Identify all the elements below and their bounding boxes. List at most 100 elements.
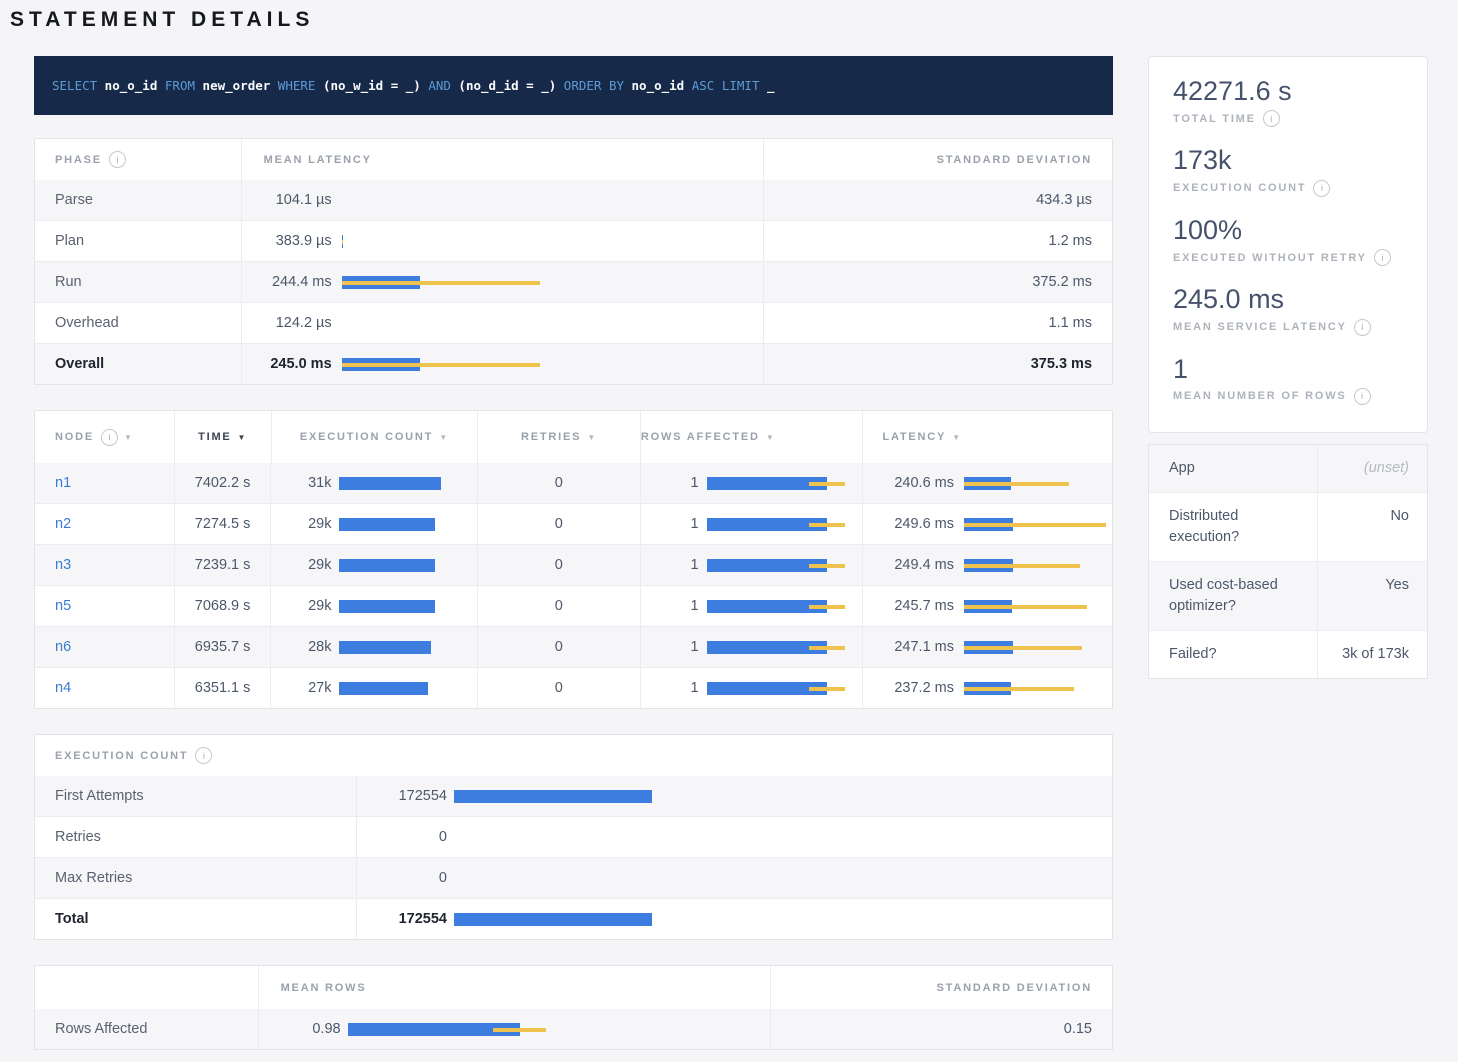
execution-count-row: Max Retries 0 — [35, 857, 1112, 898]
node-link[interactable]: n3 — [55, 557, 71, 573]
node-rows-cell: 1 — [640, 463, 862, 503]
mean-latency-value: 104.1 µs — [264, 192, 332, 208]
sql-identifier: no_o_id — [97, 78, 157, 93]
phase-column-header: PHASE i — [35, 139, 241, 180]
info-icon[interactable]: i — [1374, 249, 1391, 266]
sort-arrow-icon: ▼ — [587, 433, 597, 442]
info-icon[interactable]: i — [1354, 388, 1371, 405]
exec-count-bar-chart — [339, 682, 444, 695]
sql-identifier: (no_d_id = _) — [451, 78, 556, 93]
execution-count-value-cell: 172554 — [356, 899, 1112, 939]
exec-count-bar-chart — [339, 477, 444, 490]
execution-count-row: Retries 0 — [35, 816, 1112, 857]
sql-keyword: SELECT — [52, 78, 97, 93]
node-rows-cell: 1 — [640, 668, 862, 708]
mean-latency-column-header: MEAN LATENCY — [241, 139, 763, 180]
std-dev-value: 375.2 ms — [763, 262, 1112, 302]
info-icon[interactable]: i — [195, 747, 212, 764]
mean-latency-cell: 245.0 ms — [241, 344, 763, 384]
retries-column-header[interactable]: RETRIES ▼ — [477, 411, 640, 463]
node-latency-cell: 247.1 ms — [862, 627, 1112, 667]
time-column-header[interactable]: TIME ▼ — [174, 411, 271, 463]
execution-count-row-label: Max Retries — [35, 858, 356, 898]
node-latency-cell: 249.6 ms — [862, 504, 1112, 544]
rows-affected-empty-header — [35, 966, 258, 1009]
exec-count-bar-chart — [339, 600, 444, 613]
rows-affected-row-label: Rows Affected — [35, 1009, 258, 1049]
node-retries-value: 0 — [477, 586, 640, 626]
rows-std-dev-column-header: STANDARD DEVIATION — [770, 966, 1112, 1009]
latency-bar-chart — [342, 317, 542, 330]
info-row-value: Yes — [1317, 562, 1427, 630]
node-latency-value: 240.6 ms — [882, 475, 954, 491]
stat-value: 1 — [1173, 353, 1403, 385]
phase-row: Overall 245.0 ms 375.3 ms — [35, 343, 1112, 384]
execution-count-value-cell: 172554 — [356, 776, 1112, 816]
phase-name: Overall — [35, 344, 241, 384]
latency-bar-chart — [342, 276, 542, 289]
latency-bar-chart — [964, 518, 1114, 531]
stat-label-text: TOTAL TIME — [1173, 113, 1256, 125]
phase-name: Parse — [35, 180, 241, 220]
node-column-header[interactable]: NODE i ▼ — [35, 411, 174, 463]
info-icon[interactable]: i — [109, 151, 126, 168]
execution-count-table-body: First Attempts 172554 Retries 0 Max Retr… — [35, 776, 1112, 939]
node-rows-value: 1 — [641, 516, 699, 532]
node-time-value: 7274.5 s — [174, 504, 271, 544]
latency-bar-chart — [964, 477, 1114, 490]
stat-value: 100% — [1173, 214, 1403, 246]
node-header-label: NODE — [55, 431, 94, 443]
node-exec-value: 29k — [271, 557, 331, 573]
stat-item: 100% EXECUTED WITHOUT RETRY i — [1173, 214, 1403, 266]
info-icon[interactable]: i — [1354, 319, 1371, 336]
node-cell: n5 — [35, 586, 174, 626]
node-link[interactable]: n4 — [55, 680, 71, 696]
node-time-value: 7239.1 s — [174, 545, 271, 585]
sql-identifier: (no_w_id = _) — [315, 78, 420, 93]
node-cell: n3 — [35, 545, 174, 585]
latency-bar-chart — [964, 641, 1114, 654]
execution-count-row-label: First Attempts — [35, 776, 356, 816]
rows-affected-bar-chart — [707, 641, 852, 654]
execution-count-value: 172554 — [357, 911, 447, 927]
info-icon[interactable]: i — [1313, 180, 1330, 197]
node-retries-value: 0 — [477, 627, 640, 667]
stat-label-text: EXECUTION COUNT — [1173, 182, 1306, 194]
sql-keyword: LIMIT — [714, 78, 759, 93]
node-link[interactable]: n5 — [55, 598, 71, 614]
phase-table-body: Parse 104.1 µs 434.3 µs Plan 383.9 µs 1.… — [35, 180, 1112, 384]
node-link[interactable]: n6 — [55, 639, 71, 655]
stat-label: MEAN NUMBER OF ROWS i — [1173, 388, 1403, 405]
rows-affected-table: MEAN ROWS STANDARD DEVIATION Rows Affect… — [34, 965, 1113, 1050]
node-link[interactable]: n2 — [55, 516, 71, 532]
node-cell: n1 — [35, 463, 174, 503]
mean-latency-cell: 124.2 µs — [241, 303, 763, 343]
execution-count-column-header[interactable]: EXECUTION COUNT ▼ — [271, 411, 478, 463]
stat-value: 245.0 ms — [1173, 283, 1403, 315]
exec-count-bar-chart — [339, 518, 444, 531]
rows-affected-column-header[interactable]: ROWS AFFECTED ▼ — [640, 411, 863, 463]
node-latency-value: 245.7 ms — [882, 598, 954, 614]
stat-label: EXECUTED WITHOUT RETRY i — [1173, 249, 1403, 266]
latency-column-header[interactable]: LATENCY ▼ — [862, 411, 1112, 463]
node-exec-cell: 31k — [270, 463, 476, 503]
info-icon[interactable]: i — [101, 429, 118, 446]
node-latency-cell: 240.6 ms — [862, 463, 1112, 503]
mean-latency-value: 124.2 µs — [264, 315, 332, 331]
node-time-value: 7068.9 s — [174, 586, 271, 626]
sql-identifier: new_order — [195, 78, 270, 93]
stat-item: 173k EXECUTION COUNT i — [1173, 144, 1403, 196]
sort-arrow-icon: ▼ — [766, 433, 776, 442]
node-link[interactable]: n1 — [55, 475, 71, 491]
node-exec-value: 29k — [271, 598, 331, 614]
node-time-value: 6351.1 s — [174, 668, 271, 708]
node-latency-cell: 249.4 ms — [862, 545, 1112, 585]
node-row: n2 7274.5 s 29k 0 1 249.6 ms — [35, 503, 1112, 544]
info-icon[interactable]: i — [1263, 110, 1280, 127]
node-exec-cell: 29k — [270, 504, 476, 544]
phase-row: Overhead 124.2 µs 1.1 ms — [35, 302, 1112, 343]
node-cell: n2 — [35, 504, 174, 544]
node-latency-cell: 245.7 ms — [862, 586, 1112, 626]
node-exec-value: 28k — [271, 639, 331, 655]
sql-keyword: WHERE — [270, 78, 315, 93]
